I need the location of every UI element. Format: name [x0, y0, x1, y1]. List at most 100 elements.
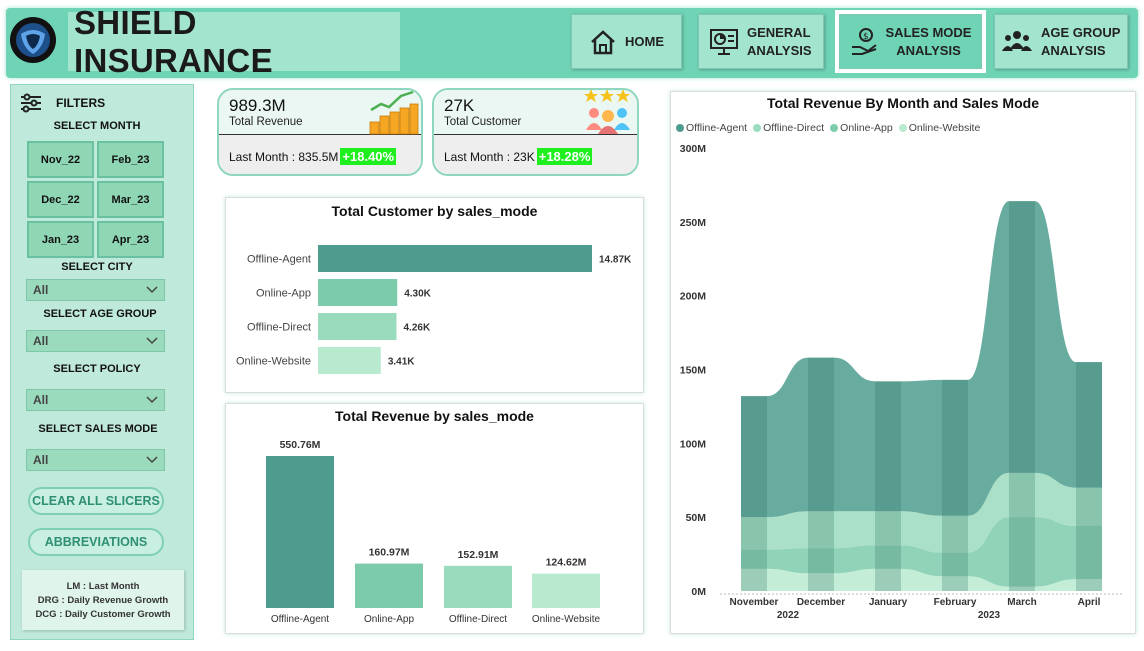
- y-tick-label: 50M: [686, 512, 707, 524]
- legend-dot: [676, 124, 684, 132]
- year-label-2023: 2023: [978, 610, 1001, 621]
- filter-sliders-icon: [21, 93, 41, 113]
- legend-label: Offline-Agent: [686, 122, 748, 134]
- column-offline-direct: [444, 565, 512, 608]
- chevron-down-icon: [146, 456, 158, 464]
- y-tick-label: 300M: [680, 143, 707, 155]
- city-dropdown[interactable]: All: [26, 279, 165, 301]
- category-label-online-app: Online-App: [364, 614, 414, 625]
- category-label-offline-agent: Offline-Agent: [271, 614, 329, 625]
- column-online-website: [532, 573, 600, 608]
- month-column: [1009, 201, 1035, 591]
- x-tick-january: January: [869, 597, 908, 608]
- nav-sales-mode-analysis-label: SALES MODE ANALYSIS: [885, 24, 972, 58]
- legend-item-online-website: Online-Website: [898, 122, 980, 134]
- nav-age-group-analysis-label: AGE GROUP ANALYSIS: [1041, 24, 1121, 58]
- bar-offline-agent: [318, 245, 592, 272]
- revenue-bar-chart: 550.76M Offline-Agent 160.97M Online-App 152…: [266, 439, 601, 625]
- monthly-chart-legend: Offline-Agent Offline-Direct Online-App Onl…: [676, 122, 980, 134]
- legend-dot: [898, 124, 907, 132]
- month-column: [1076, 362, 1102, 591]
- month-dec-22-button[interactable]: Dec_22: [27, 181, 94, 218]
- bar-offline-direct: [318, 313, 397, 340]
- y-tick-label: 150M: [680, 365, 707, 377]
- x-tick-february: February: [934, 597, 977, 608]
- sales-mode-dropdown[interactable]: All: [26, 449, 165, 471]
- month-column: [942, 379, 968, 591]
- value-label-offline-agent: 14.87K: [599, 255, 632, 266]
- customers-stars-icon: [584, 89, 630, 134]
- select-sales-mode-label: SELECT SALES MODE: [38, 423, 158, 435]
- x-tick-november: November: [730, 597, 779, 608]
- bar-online-website: [318, 347, 381, 374]
- group-people-icon: [1002, 30, 1032, 51]
- month-jan-23-button[interactable]: Jan_23: [27, 221, 94, 258]
- city-dropdown-value: All: [33, 283, 49, 297]
- value-label-online-website: 3.41K: [388, 357, 415, 368]
- customers-growth-badge: +18.28%: [536, 148, 593, 165]
- shield-logo-icon: [10, 17, 56, 63]
- chevron-down-icon: [146, 286, 158, 294]
- age-group-dropdown-value: All: [33, 334, 49, 348]
- y-tick-label: 200M: [680, 291, 707, 303]
- policy-dropdown-value: All: [33, 393, 49, 407]
- column-online-app: [355, 563, 423, 608]
- x-tick-december: December: [797, 597, 845, 608]
- month-nov-22-button[interactable]: Nov_22: [27, 141, 94, 178]
- value-label-offline-direct: 4.26K: [403, 323, 430, 334]
- nav-home-label: HOME: [625, 33, 664, 49]
- legend-dot: [830, 124, 839, 132]
- filters-label: FILTERS: [56, 96, 106, 110]
- legend-label: Offline-Direct: [763, 122, 825, 134]
- abbr-dcg: DCG : Daily Customer Growth: [35, 608, 171, 620]
- y-tick-label: 0M: [691, 586, 706, 598]
- bar-online-app: [318, 279, 398, 306]
- abbreviations-box: LM : Last Month DRG : Daily Revenue Grow…: [22, 570, 184, 630]
- x-tick-march: March: [1007, 597, 1036, 608]
- nav-sales-mode-analysis-button[interactable]: $ SALES MODE ANALYSIS: [835, 10, 986, 73]
- month-apr-23-button[interactable]: Apr_23: [97, 221, 164, 258]
- customer-bar-chart: Offline-Agent 14.87K Online-App 4.30K Offlin…: [236, 245, 632, 374]
- select-city-label: SELECT CITY: [61, 261, 133, 273]
- category-label-offline-direct: Offline-Direct: [247, 322, 311, 334]
- analytics-board-icon: [710, 28, 738, 55]
- month-feb-23-button[interactable]: Feb_23: [97, 141, 164, 178]
- legend-item-offline-direct: Offline-Direct: [753, 122, 824, 134]
- category-label-online-website: Online-Website: [532, 614, 601, 625]
- legend-dot: [753, 124, 762, 132]
- abbreviations-button[interactable]: ABBREVIATIONS: [28, 528, 164, 556]
- chevron-down-icon: [146, 396, 158, 404]
- value-label-online-website: 124.62M: [546, 557, 587, 569]
- chevron-down-icon: [146, 337, 158, 345]
- y-tick-label: 100M: [680, 438, 707, 450]
- month-column: [875, 381, 901, 591]
- svg-text:$: $: [863, 32, 869, 42]
- nav-general-analysis-label: GENERAL ANALYSIS: [747, 24, 812, 58]
- money-hand-icon: $: [851, 27, 877, 55]
- customers-last-month: Last Month : 23K: [444, 149, 535, 164]
- revenue-growth-badge: +18.40%: [340, 148, 397, 165]
- age-group-dropdown[interactable]: All: [26, 330, 165, 352]
- sales-mode-dropdown-value: All: [33, 453, 49, 467]
- revenue-chart-title: Total Revenue by sales_mode: [335, 408, 534, 424]
- category-label-online-website: Online-Website: [236, 356, 311, 368]
- app-title: SHIELD INSURANCE: [74, 3, 273, 79]
- clear-all-slicers-button[interactable]: CLEAR ALL SLICERS: [28, 487, 164, 515]
- legend-label: Online-App: [840, 122, 893, 134]
- policy-dropdown[interactable]: All: [26, 389, 165, 411]
- nav-age-group-analysis-button[interactable]: AGE GROUP ANALYSIS: [994, 14, 1128, 69]
- value-label-online-app: 160.97M: [369, 547, 410, 559]
- category-label-offline-direct: Offline-Direct: [449, 614, 507, 625]
- year-label-2022: 2022: [777, 610, 800, 621]
- abbr-lm: LM : Last Month: [66, 580, 140, 592]
- column-offline-agent: [266, 456, 334, 608]
- monthly-chart-title: Total Revenue By Month and Sales Mode: [766, 95, 1039, 111]
- nav-home-button[interactable]: HOME: [571, 14, 682, 69]
- nav-general-analysis-button[interactable]: GENERAL ANALYSIS: [698, 14, 824, 69]
- month-column: [741, 396, 767, 591]
- month-mar-23-button[interactable]: Mar_23: [97, 181, 164, 218]
- customer-chart-title: Total Customer by sales_mode: [331, 203, 538, 219]
- category-label-online-app: Online-App: [256, 288, 311, 300]
- y-tick-label: 250M: [680, 217, 707, 229]
- category-label-offline-agent: Offline-Agent: [247, 254, 311, 266]
